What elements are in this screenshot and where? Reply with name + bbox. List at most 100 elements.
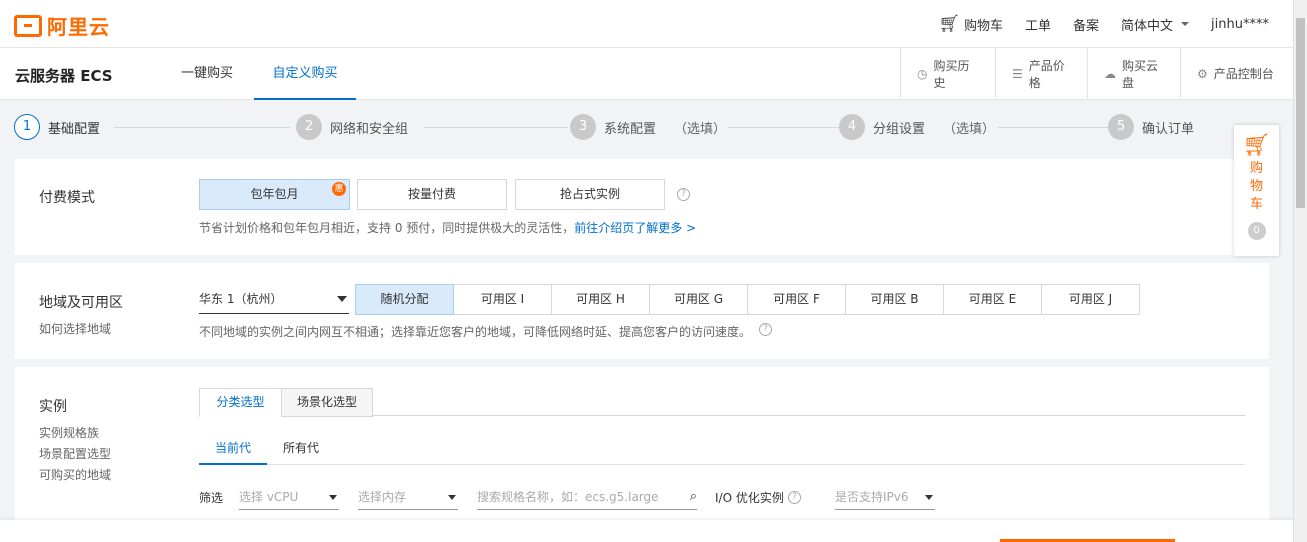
- zone-f[interactable]: 可用区 F: [747, 284, 846, 315]
- chevron-down-icon: [448, 495, 456, 500]
- billing-subscription-button[interactable]: 包年包月 惠: [199, 179, 350, 210]
- step-indicator: 1 基础配置 2 网络和安全组 3 系统配置 （选填） 4 分组设置 （选填） …: [14, 114, 1269, 142]
- step-number: 2: [296, 114, 322, 140]
- help-icon[interactable]: ?: [759, 323, 772, 336]
- help-icon[interactable]: ?: [677, 188, 690, 201]
- region-help-link[interactable]: 如何选择地域: [39, 320, 111, 337]
- purchase-history-link[interactable]: ◷ 购买历史: [900, 48, 995, 99]
- cart-count-badge: 0: [1247, 222, 1266, 240]
- billing-hint: 节省计划价格和包年包月相近，支持 0 预付，同时提供极大的灵活性，前往介绍页了解…: [199, 219, 696, 236]
- ipv6-select[interactable]: 是否支持IPv6: [835, 486, 935, 510]
- buy-disk-link[interactable]: ☁ 购买云盘: [1087, 48, 1180, 99]
- cart-icon: 🛒︎: [1242, 133, 1271, 158]
- instance-family-link[interactable]: 实例规格族: [39, 424, 99, 441]
- step-connector: [728, 127, 840, 128]
- cloud-icon: ☁: [1104, 66, 1116, 81]
- region-label: 地域及可用区: [39, 295, 123, 311]
- zone-b[interactable]: 可用区 B: [845, 284, 944, 315]
- buy-disk-label: 购买云盘: [1122, 58, 1159, 90]
- language-label: 简体中文: [1121, 18, 1174, 34]
- memory-select[interactable]: 选择内存: [358, 486, 458, 510]
- vcpu-select[interactable]: 选择 vCPU: [239, 486, 339, 510]
- region-section: 地域及可用区 如何选择地域 华东 1（杭州） 随机分配 可用区 I 可用区 H …: [15, 263, 1269, 359]
- step-group-settings[interactable]: 4 分组设置 （选填）: [839, 114, 995, 140]
- billing-learn-more-link[interactable]: 前往介绍页了解更多 >: [574, 221, 696, 235]
- zone-j[interactable]: 可用区 J: [1041, 284, 1140, 315]
- memory-placeholder: 选择内存: [358, 490, 407, 504]
- billing-hint-text: 节省计划价格和包年包月相近，支持 0 预付，同时提供极大的灵活性，: [199, 221, 575, 235]
- tab-all-gen[interactable]: 所有代: [267, 433, 335, 465]
- step-label: 系统配置: [604, 121, 657, 137]
- search-placeholder: 搜索规格名称，如：ecs.g5.large: [477, 490, 659, 504]
- billing-section: 付费模式 包年包月 惠 按量付费 抢占式实例 ? 节省计划价格和包年包月相近，支…: [15, 159, 1269, 255]
- help-icon[interactable]: ?: [788, 491, 801, 504]
- scenario-config-link[interactable]: 场景配置选型: [39, 445, 111, 462]
- step-system-config[interactable]: 3 系统配置 （选填）: [570, 114, 726, 140]
- search-icon[interactable]: ⌕: [690, 486, 697, 508]
- floating-cart[interactable]: 🛒︎ 购物车 0: [1234, 125, 1279, 256]
- zone-g[interactable]: 可用区 G: [649, 284, 748, 315]
- purchase-history-label: 购买历史: [933, 58, 970, 90]
- console-label: 产品控制台: [1213, 67, 1274, 81]
- chevron-down-icon: [329, 495, 337, 500]
- tab-scenario-select[interactable]: 场景化选型: [281, 388, 373, 417]
- filter-label: 筛选: [199, 491, 224, 505]
- cart-link[interactable]: 🛒︎ 购物车: [938, 14, 1003, 34]
- top-navbar: 阿里云 🛒︎ 购物车 工单 备案 简体中文 jinhu****: [0, 0, 1293, 48]
- step-label: 网络和安全组: [330, 121, 409, 137]
- logo-text: 阿里云: [47, 15, 110, 39]
- step-label: 确认订单: [1142, 121, 1195, 137]
- io-optimized-label: I/O 优化实例: [715, 491, 784, 505]
- scrollbar-thumb[interactable]: [1296, 18, 1305, 208]
- step-label: 分组设置: [873, 121, 926, 137]
- zone-e[interactable]: 可用区 E: [943, 284, 1042, 315]
- step-optional: （选填）: [674, 121, 727, 137]
- vertical-scrollbar[interactable]: [1293, 0, 1307, 542]
- product-header: 云服务器 ECS 一键购买 自定义购买 ◷ 购买历史 ☰ 产品价格 ☁ 购买云盘…: [0, 48, 1293, 100]
- billing-spot-button[interactable]: 抢占式实例: [515, 179, 665, 210]
- discount-badge: 惠: [332, 182, 346, 196]
- zone-random[interactable]: 随机分配: [355, 284, 454, 315]
- billing-option-label: 包年包月: [250, 187, 299, 201]
- step-basic-config[interactable]: 1 基础配置: [14, 114, 100, 140]
- list-icon: ☰: [1012, 66, 1023, 81]
- step-network[interactable]: 2 网络和安全组: [296, 114, 408, 140]
- step-confirm-order[interactable]: 5 确认订单: [1108, 114, 1194, 140]
- chevron-down-icon: [1181, 22, 1190, 26]
- floating-cart-label: 购物车: [1249, 161, 1263, 212]
- step-connector: [114, 127, 290, 128]
- cart-icon: 🛒︎: [938, 14, 960, 34]
- console-link[interactable]: ⚙ 产品控制台: [1180, 48, 1293, 99]
- zone-options: 随机分配 可用区 I 可用区 H 可用区 G 可用区 F 可用区 B 可用区 E…: [355, 284, 1140, 315]
- zone-h[interactable]: 可用区 H: [551, 284, 650, 315]
- page-title: 云服务器 ECS: [15, 67, 113, 85]
- step-number: 5: [1108, 114, 1134, 140]
- zone-i[interactable]: 可用区 I: [453, 284, 552, 315]
- product-price-link[interactable]: ☰ 产品价格: [995, 48, 1087, 99]
- tab-custom-buy[interactable]: 自定义购买: [254, 48, 356, 100]
- available-regions-link[interactable]: 可购买的地域: [39, 466, 111, 483]
- step-number: 1: [14, 114, 40, 140]
- user-menu[interactable]: jinhu****: [1211, 17, 1269, 32]
- product-price-label: 产品价格: [1028, 58, 1065, 90]
- chevron-down-icon: [925, 495, 933, 500]
- ticket-link[interactable]: 工单: [1025, 15, 1051, 34]
- step-label: 基础配置: [48, 121, 101, 137]
- step-number: 4: [839, 114, 865, 140]
- chevron-down-icon: [337, 296, 347, 302]
- tab-category-select[interactable]: 分类选型: [199, 388, 282, 417]
- spec-search-input[interactable]: 搜索规格名称，如：ecs.g5.large ⌕: [477, 486, 697, 510]
- language-selector[interactable]: 简体中文: [1121, 15, 1190, 34]
- billing-payg-button[interactable]: 按量付费: [357, 179, 507, 210]
- generation-tabs: 当前代 所有代: [199, 433, 1245, 465]
- aliyun-logo[interactable]: 阿里云: [14, 11, 110, 40]
- vcpu-placeholder: 选择 vCPU: [239, 490, 299, 504]
- billing-label: 付费模式: [39, 190, 95, 206]
- tab-quick-buy[interactable]: 一键购买: [162, 48, 252, 100]
- region-hint: 不同地域的实例之间内网互不相通；选择靠近您客户的地域，可降低网络时延、提高您客户…: [199, 325, 752, 339]
- step-connector: [998, 127, 1110, 128]
- record-link[interactable]: 备案: [1073, 15, 1099, 34]
- tab-current-gen[interactable]: 当前代: [199, 433, 267, 465]
- step-connector: [424, 127, 568, 128]
- region-select[interactable]: 华东 1（杭州）: [199, 288, 349, 314]
